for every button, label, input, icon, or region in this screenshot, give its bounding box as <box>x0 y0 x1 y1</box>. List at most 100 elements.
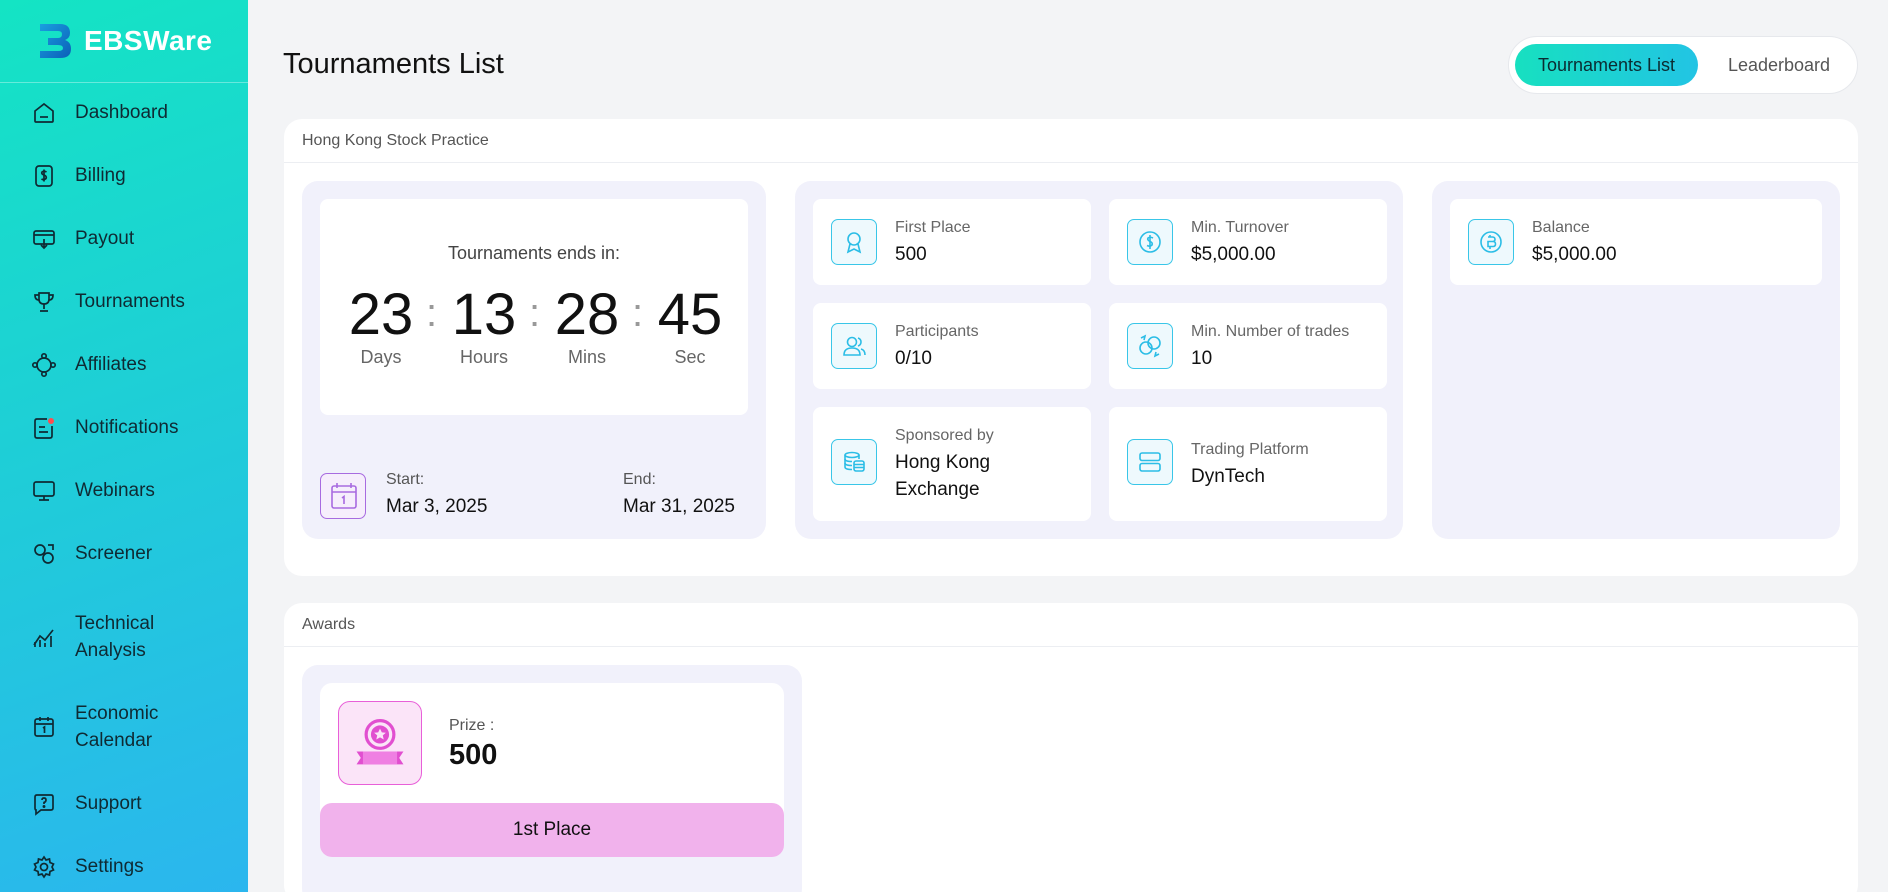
countdown-hours: 13 <box>451 282 517 347</box>
countdown-days: 23 <box>348 282 414 347</box>
countdown-title: Tournaments ends in: <box>447 243 621 263</box>
min-trades-value: 10 <box>1191 348 1213 369</box>
countdown-separator: : <box>632 291 644 335</box>
sidebar-item-technical-analysis[interactable]: Technical Analysis <box>0 610 248 664</box>
sidebar-item-billing[interactable]: Billing <box>0 162 248 189</box>
countdown-mins-label: Mins <box>567 347 606 367</box>
network-icon <box>31 352 57 377</box>
countdown-hours-label: Hours <box>459 347 508 367</box>
sidebar: EBSWare Dashboard Billing Payout Tournam… <box>0 0 248 892</box>
sidebar-item-dashboard[interactable]: Dashboard <box>0 99 248 126</box>
coins-icon <box>831 439 877 485</box>
countdown-box: Tournaments ends in: 23 : 13 : 28 : 45 D… <box>320 199 748 415</box>
first-place-value: 500 <box>895 244 927 265</box>
tournament-name: Hong Kong Stock Practice <box>284 119 1858 163</box>
sidebar-item-label: Tournaments <box>75 291 185 312</box>
monitor-icon <box>33 480 55 501</box>
brand[interactable]: EBSWare <box>0 0 248 83</box>
dollar-doc-icon <box>35 164 53 187</box>
sidebar-item-notifications[interactable]: Notifications <box>0 414 248 441</box>
sidebar-item-label: Support <box>75 793 142 814</box>
balance-label: Balance <box>1532 219 1590 236</box>
sidebar-item-label-line2: Calendar <box>75 730 153 751</box>
start-label: Start: <box>386 471 425 488</box>
countdown-separator: : <box>529 291 541 335</box>
min-trades-label: Min. Number of trades <box>1191 323 1350 340</box>
participants-value: 0/10 <box>895 348 932 369</box>
sidebar-item-label: Settings <box>75 856 144 877</box>
exchange-icon <box>1127 323 1173 369</box>
awards-title: Awards <box>284 603 1858 647</box>
min-trades-tile: Min. Number of trades 10 <box>1109 303 1387 389</box>
balance-tile: Balance $5,000.00 <box>1450 199 1822 285</box>
tournament-card: Hong Kong Stock Practice Tournaments end… <box>284 119 1858 576</box>
countdown-sec: 45 <box>657 282 723 347</box>
gear-icon <box>33 854 55 879</box>
sidebar-item-label: Billing <box>75 165 126 186</box>
first-place-label: First Place <box>895 219 971 236</box>
countdown-panel: Tournaments ends in: 23 : 13 : 28 : 45 D… <box>302 181 766 539</box>
server-icon <box>1127 439 1173 485</box>
min-turnover-tile: Min. Turnover $5,000.00 <box>1109 199 1387 285</box>
countdown-sec-label: Sec <box>674 347 706 367</box>
sponsored-value-line1: Hong Kong <box>895 452 991 473</box>
sidebar-item-label-line2: Analysis <box>75 640 146 661</box>
screener-icon <box>34 543 54 564</box>
tab-tournaments-list[interactable]: Tournaments List <box>1515 44 1698 86</box>
end-label: End: <box>623 471 656 488</box>
countdown-separator: : <box>426 291 438 335</box>
awards-card: Awards Prize : 500 1st Place <box>284 603 1858 892</box>
payout-icon <box>33 229 55 249</box>
first-place-tile: First Place 500 <box>813 199 1091 285</box>
sidebar-item-label: Economic <box>75 703 159 724</box>
sidebar-item-payout[interactable]: Payout <box>0 225 248 252</box>
award-icon <box>831 219 877 265</box>
brand-logo-icon <box>40 24 71 58</box>
sidebar-item-label: Notifications <box>75 417 179 438</box>
platform-tile: Trading Platform DynTech <box>1109 407 1387 521</box>
sidebar-item-tournaments[interactable]: Tournaments <box>0 288 248 315</box>
participants-tile: Participants 0/10 <box>813 303 1091 389</box>
home-icon <box>34 102 54 123</box>
calendar-icon <box>34 717 54 737</box>
sponsored-tile: Sponsored by Hong Kong Exchange <box>813 407 1091 521</box>
balance-value: $5,000.00 <box>1532 244 1617 265</box>
countdown-mins: 28 <box>554 282 620 347</box>
platform-value: DynTech <box>1191 466 1265 487</box>
users-icon <box>831 323 877 369</box>
award-tile: Prize : 500 1st Place <box>320 683 784 857</box>
min-turnover-value: $5,000.00 <box>1191 244 1276 265</box>
start-date: Mar 3, 2025 <box>386 496 488 517</box>
dollar-icon <box>1127 219 1173 265</box>
brand-name: EBSWare <box>84 25 213 56</box>
end-date: Mar 31, 2025 <box>623 496 735 517</box>
sidebar-item-label: Payout <box>75 228 135 249</box>
chart-icon <box>33 629 54 647</box>
sidebar-item-affiliates[interactable]: Affiliates <box>0 351 248 378</box>
tab-leaderboard[interactable]: Leaderboard <box>1705 44 1853 86</box>
sponsored-value-line2: Exchange <box>895 479 980 500</box>
calendar-icon <box>320 473 366 519</box>
sidebar-item-label: Webinars <box>75 480 155 501</box>
balance-panel: Balance $5,000.00 <box>1432 181 1840 539</box>
sidebar-item-screener[interactable]: Screener <box>0 540 248 567</box>
platform-label: Trading Platform <box>1191 441 1309 458</box>
sidebar-item-economic-calendar[interactable]: Economic Calendar <box>0 700 248 754</box>
countdown-days-label: Days <box>360 347 402 367</box>
min-turnover-label: Min. Turnover <box>1191 219 1289 236</box>
sidebar-item-support[interactable]: Support <box>0 790 248 817</box>
support-icon <box>34 793 54 816</box>
sponsored-label: Sponsored by <box>895 427 994 444</box>
sidebar-item-settings[interactable]: Settings <box>0 853 248 880</box>
sidebar-item-webinars[interactable]: Webinars <box>0 477 248 504</box>
award-panel: Prize : 500 1st Place <box>302 665 802 892</box>
sidebar-item-label: Affiliates <box>75 354 147 375</box>
notification-icon <box>34 417 54 439</box>
prize-label: Prize : <box>449 717 495 734</box>
participants-label: Participants <box>895 323 979 340</box>
medal-icon <box>338 701 422 785</box>
page-title: Tournaments List <box>283 48 504 80</box>
place-badge: 1st Place <box>320 803 784 857</box>
sidebar-item-label: Dashboard <box>75 102 168 123</box>
trophy-icon <box>34 291 54 312</box>
